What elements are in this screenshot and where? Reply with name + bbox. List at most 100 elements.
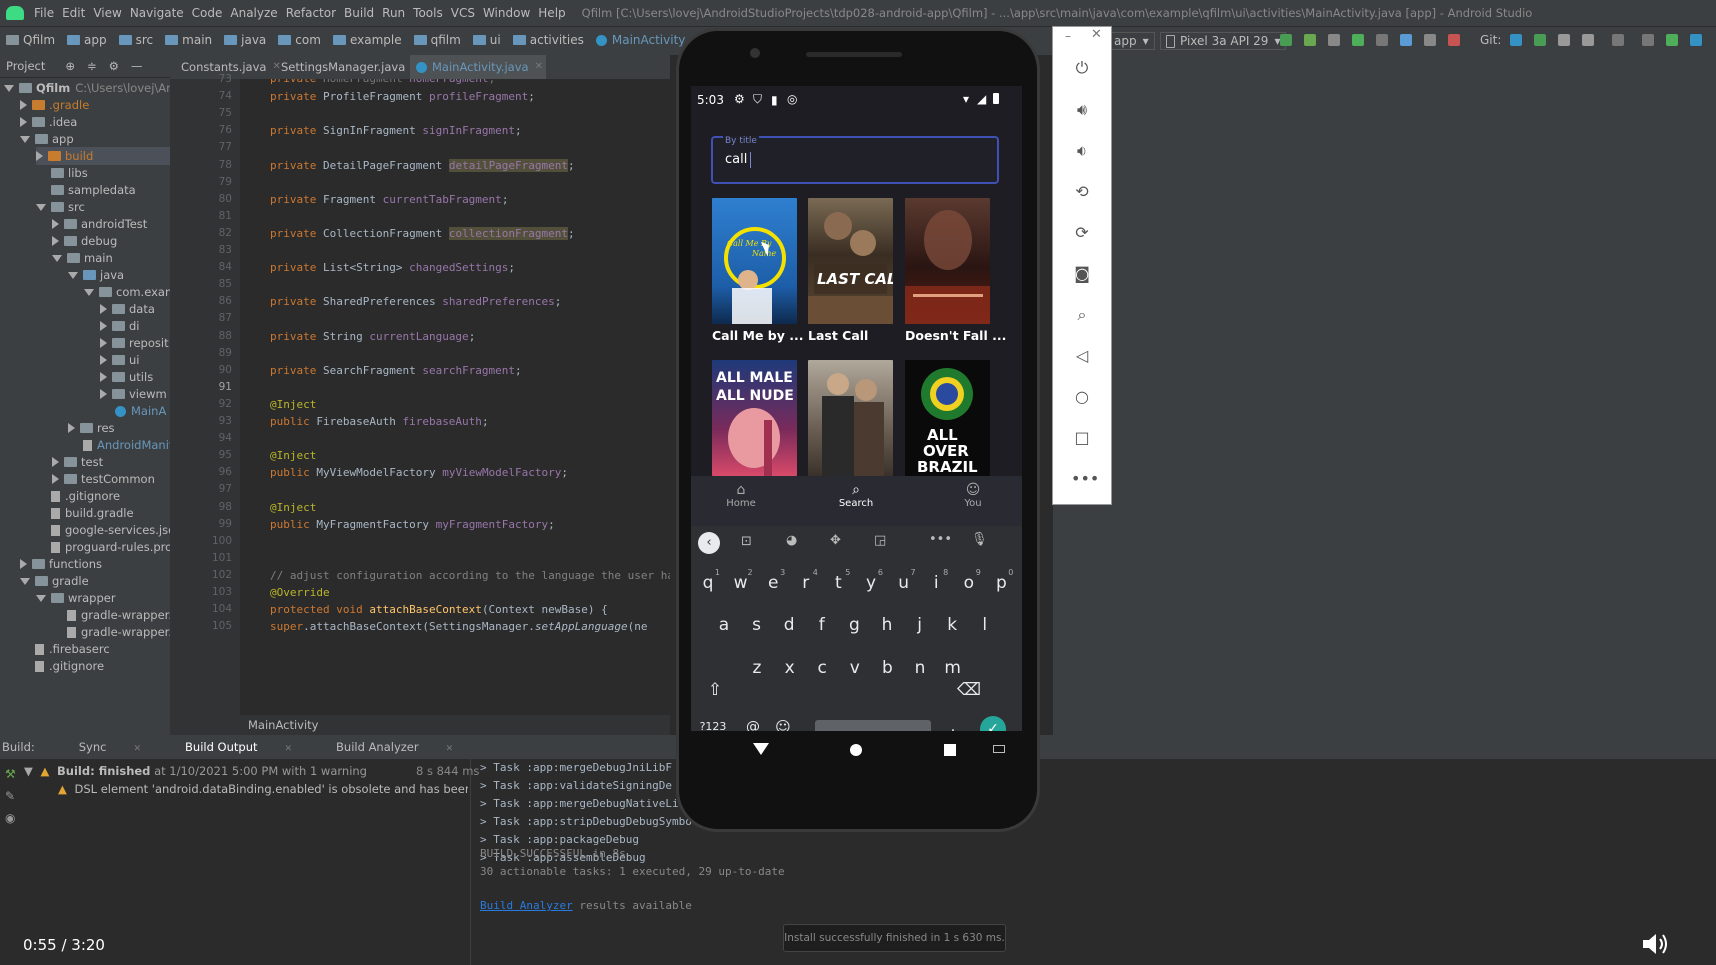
key-j[interactable]: j [904, 608, 936, 642]
key-f[interactable]: f [806, 608, 838, 642]
code-editor[interactable]: private HomeFragment homeFragment; priva… [240, 79, 670, 715]
collapsed-arrow-icon[interactable] [20, 559, 27, 569]
key-q[interactable]: q1 [692, 566, 724, 600]
system-back-button[interactable] [753, 743, 769, 755]
expanded-arrow-icon[interactable] [68, 271, 78, 279]
more-horizontal-icon[interactable]: ••• [929, 532, 952, 547]
tree-node[interactable]: main [52, 249, 113, 267]
sync-icon[interactable] [1328, 34, 1340, 46]
tree-node[interactable]: build.gradle [36, 504, 134, 522]
menu-item[interactable]: Code [192, 6, 231, 20]
profile-icon[interactable] [1400, 34, 1412, 46]
run-config-selector[interactable]: app ▾ [1108, 32, 1155, 50]
overview-icon[interactable]: □ [1071, 427, 1093, 449]
locate-icon[interactable]: ⊕ [65, 59, 75, 73]
build-tab[interactable]: Build: [2, 740, 57, 754]
movie-poster-last-call[interactable]: LAST CALL [808, 198, 893, 324]
gradle-sync-icon[interactable] [1424, 34, 1436, 46]
expanded-arrow-icon[interactable] [36, 203, 46, 211]
tree-node[interactable]: gradle-wrapper.ja [52, 606, 170, 624]
tree-node[interactable]: java [68, 266, 124, 284]
period-key[interactable]: . [937, 710, 969, 731]
breadcrumb-item[interactable]: ui [472, 33, 501, 47]
collapsed-arrow-icon[interactable] [100, 304, 107, 314]
git-update-icon[interactable] [1510, 34, 1522, 46]
menu-item[interactable]: Help [538, 6, 573, 20]
key-u[interactable]: u7 [888, 566, 920, 600]
history-icon[interactable] [1558, 34, 1570, 46]
device-selector[interactable]: Pixel 3a API 29 ▾ [1160, 32, 1287, 50]
avd-manager-icon[interactable] [1666, 34, 1678, 46]
breadcrumb-item[interactable]: qfilm [413, 33, 461, 47]
collapsed-arrow-icon[interactable] [52, 474, 59, 484]
collapsed-arrow-icon[interactable] [36, 151, 43, 161]
tree-node[interactable]: app [20, 130, 74, 148]
menu-item[interactable]: Refactor [286, 6, 344, 20]
git-commit-icon[interactable] [1534, 34, 1546, 46]
expanded-arrow-icon[interactable] [20, 577, 30, 585]
tree-node[interactable]: wrapper [36, 589, 116, 607]
breadcrumb-item[interactable]: main [165, 33, 212, 47]
one-hand-icon[interactable]: ◲ [874, 533, 886, 548]
tree-node[interactable]: utils [100, 368, 153, 386]
tree-node[interactable]: src [36, 198, 85, 216]
collapse-icon[interactable]: ≑ [87, 59, 97, 73]
expanded-arrow-icon[interactable] [20, 135, 30, 143]
gradle-task-line[interactable]: > Task :app:mergeDebugNativeLi [480, 797, 679, 810]
tree-node[interactable]: testCommon [52, 470, 155, 488]
key-h[interactable]: h [871, 608, 903, 642]
tree-node[interactable]: reposit [100, 334, 169, 352]
key-o[interactable]: o9 [953, 566, 985, 600]
breadcrumb-item[interactable]: com [278, 33, 321, 47]
tree-node[interactable]: debug [52, 232, 117, 250]
volume-up-icon[interactable]: 🔊︎ [1071, 99, 1093, 121]
layout-inspector-icon[interactable] [1642, 34, 1654, 46]
key-i[interactable]: i8 [920, 566, 952, 600]
emoji-key[interactable]: ☺ [767, 710, 799, 731]
movie-poster-all-over-brazil[interactable]: ALL OVER BRAZIL [905, 360, 990, 476]
palette-icon[interactable]: ◕ [786, 533, 797, 548]
close-icon[interactable]: ✕ [446, 744, 454, 754]
key-z[interactable]: z [741, 651, 773, 685]
expanded-arrow-icon[interactable] [4, 84, 14, 92]
close-icon[interactable]: ✕ [535, 55, 543, 79]
sdk-manager-icon[interactable] [1690, 34, 1702, 46]
key-a[interactable]: a [708, 608, 740, 642]
run-icon[interactable] [1280, 34, 1292, 46]
expanded-arrow-icon[interactable] [36, 594, 46, 602]
collapsed-arrow-icon[interactable] [20, 117, 27, 127]
project-structure-icon[interactable] [1612, 34, 1624, 46]
tree-node[interactable]: gradle-wrapper.p [52, 623, 170, 641]
rollback-icon[interactable] [1582, 34, 1594, 46]
tree-node[interactable]: viewm [100, 385, 167, 403]
key-e[interactable]: e3 [757, 566, 789, 600]
breadcrumb-item[interactable]: Qfilm [6, 33, 55, 47]
nav-home[interactable]: ⌂ Home [701, 482, 781, 509]
tree-node[interactable]: AndroidManif [68, 436, 170, 454]
tree-node[interactable]: .gitignore [20, 657, 104, 675]
breadcrumb-item[interactable]: java [224, 33, 266, 47]
volume-down-icon[interactable]: 🔉︎ [1071, 140, 1093, 162]
collapsed-arrow-icon[interactable] [100, 338, 107, 348]
menu-item[interactable]: VCS [451, 6, 483, 20]
build-warning-row[interactable]: ▲ DSL element 'android.dataBinding.enabl… [58, 782, 468, 796]
tree-node[interactable]: .gitignore [36, 487, 120, 505]
gradle-task-line[interactable]: > Task :app:validateSigningDe [480, 779, 672, 792]
menu-item[interactable]: Analyze [230, 6, 285, 20]
movie-poster-all-male-all-nude[interactable]: ALL MALE ALL NUDE [712, 360, 797, 476]
breadcrumb-item[interactable]: activities [512, 33, 584, 47]
breadcrumb-item[interactable]: example [332, 33, 402, 47]
system-home-button[interactable] [850, 744, 862, 756]
key-k[interactable]: k [936, 608, 968, 642]
movie-poster-call-me-by-your-name[interactable]: Call Me By Name [712, 198, 797, 324]
key-m[interactable]: m [937, 651, 969, 685]
collapsed-arrow-icon[interactable] [52, 236, 59, 246]
key-r[interactable]: r4 [790, 566, 822, 600]
power-icon[interactable]: ⏻ [1071, 57, 1093, 79]
menu-item[interactable]: Window [483, 6, 538, 20]
keyboard-switch-icon[interactable] [993, 745, 1005, 753]
tree-node[interactable]: gradle [20, 572, 89, 590]
hide-icon[interactable]: — [131, 59, 143, 73]
key-g[interactable]: g [838, 608, 870, 642]
tree-node[interactable]: MainA [100, 402, 166, 420]
